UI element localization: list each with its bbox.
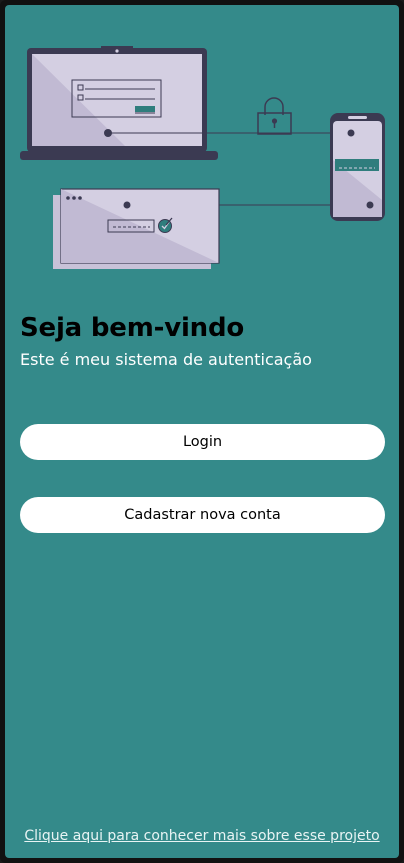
phone-illustration — [330, 113, 385, 221]
laptop-illustration — [20, 46, 218, 160]
register-button[interactable]: Cadastrar nova conta — [20, 497, 385, 533]
authentication-illustration — [20, 46, 385, 269]
app-screen: Seja bem-vindo Este é meu sistema de aut… — [5, 5, 399, 858]
browser-window-illustration — [53, 188, 220, 269]
welcome-subtitle: Este é meu sistema de autenticação — [20, 350, 312, 369]
project-info-link[interactable]: Clique aqui para conhecer mais sobre ess… — [5, 828, 399, 844]
lock-icon — [257, 97, 292, 135]
login-button[interactable]: Login — [20, 424, 385, 460]
welcome-title: Seja bem-vindo — [20, 313, 245, 343]
device-frame: Seja bem-vindo Este é meu sistema de aut… — [0, 0, 404, 863]
